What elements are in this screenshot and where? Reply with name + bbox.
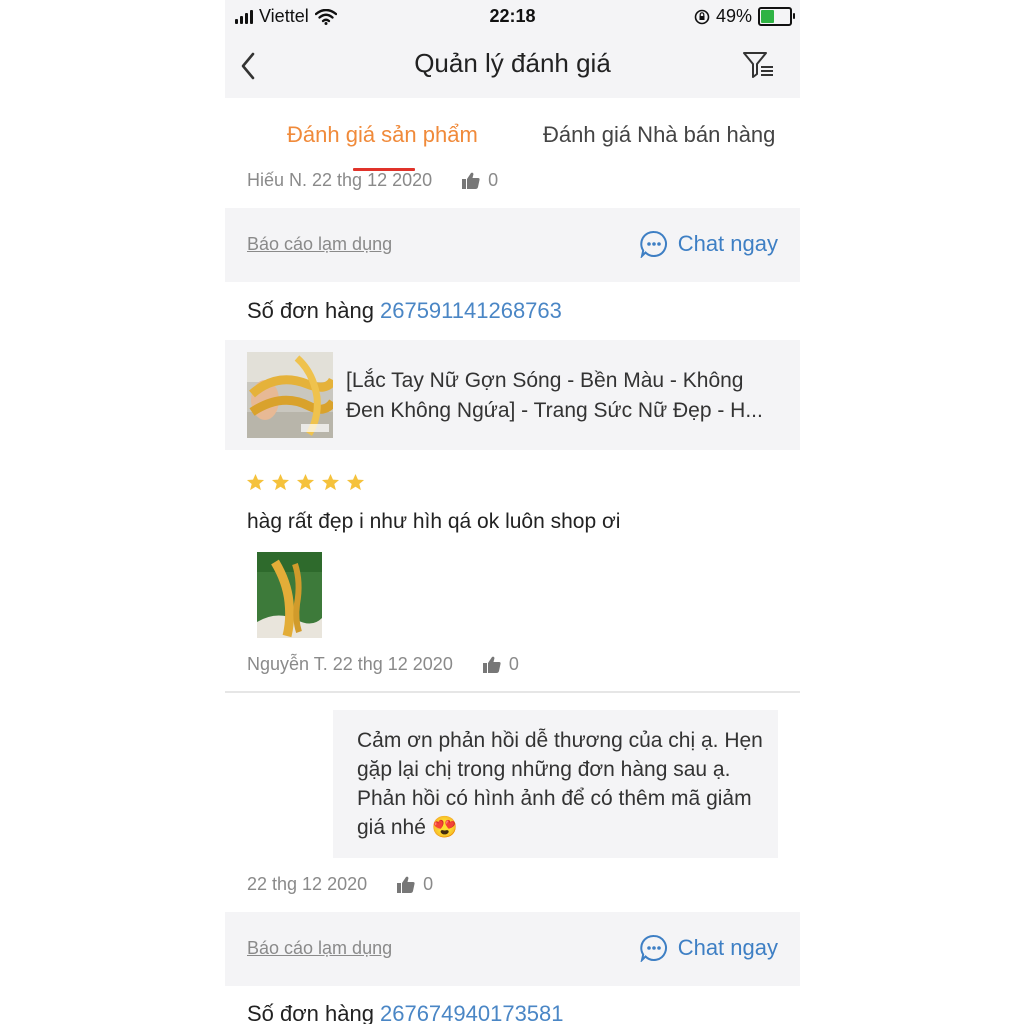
review-text: hàg rất đẹp i như hìh qá ok luôn shop ơi <box>247 510 621 533</box>
order-number-row: Số đơn hàng 267674940173581 <box>247 1001 564 1024</box>
report-abuse-link[interactable]: Báo cáo lạm dụng <box>247 234 392 255</box>
order-number[interactable]: 267674940173581 <box>380 1001 564 1024</box>
star-icon <box>321 473 340 491</box>
orientation-lock-icon <box>694 9 710 24</box>
reviewer-date: Hiếu N. 22 thg 12 2020 <box>247 170 433 190</box>
chat-now-button[interactable]: Chat ngay <box>640 934 778 962</box>
seller-reply-text: Cảm ơn phản hồi dễ thương của chị ạ. Hẹn… <box>357 729 763 839</box>
phone-screen: Viettel 22:18 49% Quản lý đánh giá Đánh … <box>225 0 800 1024</box>
reply-meta: 22 thg 12 2020 0 <box>247 874 433 895</box>
action-bar-2: Báo cáo lạm dụng Chat ngay <box>225 912 800 986</box>
tab-product-reviews[interactable]: Đánh giá sản phẩm <box>287 122 478 148</box>
seller-reply: Cảm ơn phản hồi dễ thương của chị ạ. Hẹn… <box>333 710 778 858</box>
chat-now-label: Chat ngay <box>677 935 778 960</box>
chat-bubble-icon <box>640 934 667 962</box>
star-icon <box>346 473 365 491</box>
product-card[interactable]: [Lắc Tay Nữ Gợn Sóng - Bền Màu - Không Đ… <box>225 340 800 450</box>
like-button[interactable]: 0 <box>482 654 519 675</box>
order-label: Số đơn hàng <box>247 298 374 323</box>
nav-header: Quản lý đánh giá <box>225 32 800 98</box>
review-tabs: Đánh giá sản phẩm Đánh giá Nhà bán hàng <box>225 98 800 174</box>
chat-now-label: Chat ngay <box>677 231 778 256</box>
order-number[interactable]: 267591141268763 <box>380 298 562 323</box>
review-meta-top: Hiếu N. 22 thg 12 2020 0 <box>247 170 498 191</box>
tab-seller-reviews[interactable]: Đánh giá Nhà bán hàng <box>543 122 775 148</box>
like-count: 0 <box>488 170 499 190</box>
star-icon <box>271 473 290 491</box>
like-button[interactable]: 0 <box>397 874 433 895</box>
rating-stars <box>246 473 365 492</box>
product-thumbnail <box>247 352 333 438</box>
thumbs-up-icon <box>462 172 480 189</box>
divider <box>225 691 800 693</box>
review-meta: Nguyễn T. 22 thg 12 2020 0 <box>247 654 519 675</box>
star-icon <box>246 473 265 491</box>
review-photo[interactable] <box>257 552 322 638</box>
reply-date: 22 thg 12 2020 <box>247 874 368 894</box>
battery-icon <box>758 7 795 26</box>
thumbs-up-icon <box>397 876 415 893</box>
star-icon <box>296 473 315 491</box>
like-count: 0 <box>508 654 519 674</box>
chat-bubble-icon <box>640 230 667 258</box>
status-right: 49% <box>694 6 795 27</box>
filter-icon[interactable] <box>742 50 776 80</box>
order-label: Số đơn hàng <box>247 1001 374 1024</box>
page-title: Quản lý đánh giá <box>414 48 611 78</box>
like-button[interactable]: 0 <box>462 170 498 191</box>
product-name: [Lắc Tay Nữ Gợn Sóng - Bền Màu - Không Đ… <box>346 369 763 422</box>
action-bar-1: Báo cáo lạm dụng Chat ngay <box>225 208 800 282</box>
like-count: 0 <box>423 874 434 894</box>
chat-now-button[interactable]: Chat ngay <box>640 230 778 258</box>
thumbs-up-icon <box>482 656 501 673</box>
report-abuse-link[interactable]: Báo cáo lạm dụng <box>247 938 392 959</box>
battery-percent: 49% <box>715 6 752 26</box>
order-number-row: Số đơn hàng 267591141268763 <box>247 298 562 324</box>
status-bar: Viettel 22:18 49% <box>225 0 800 32</box>
reviewer-date: Nguyễn T. 22 thg 12 2020 <box>247 654 453 674</box>
